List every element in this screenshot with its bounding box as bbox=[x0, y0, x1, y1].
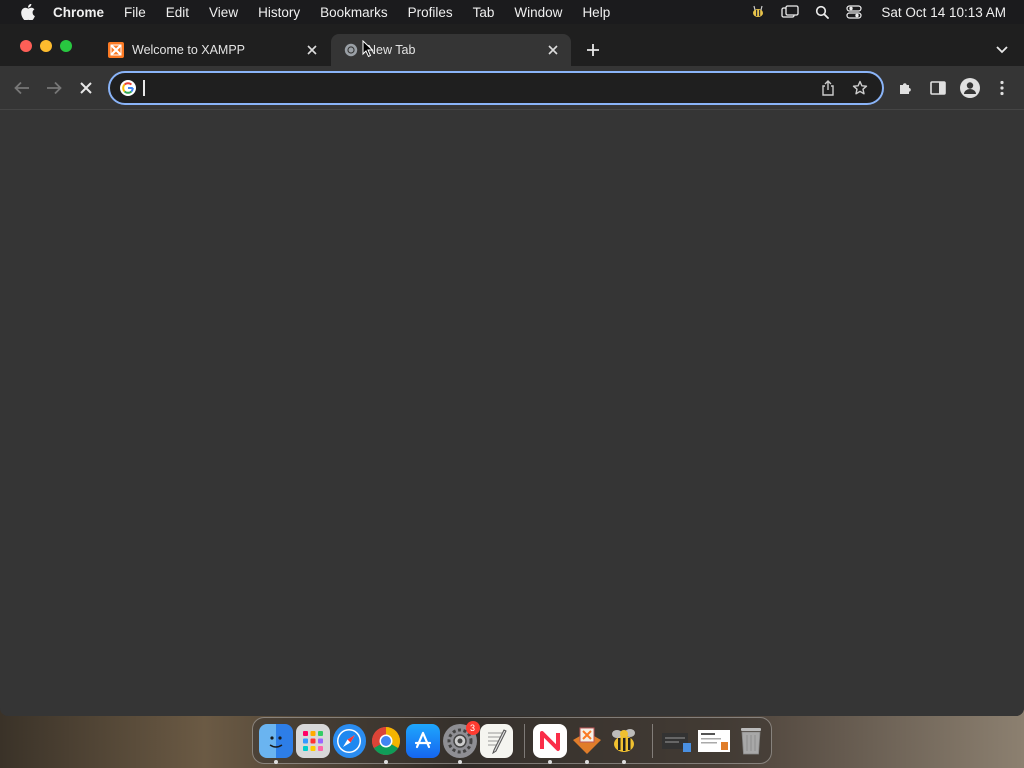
page-content-area[interactable] bbox=[0, 111, 1024, 716]
xampp-icon bbox=[108, 42, 124, 58]
browser-toolbar bbox=[0, 66, 1024, 110]
recent-document-thumbnail[interactable] bbox=[661, 724, 695, 758]
menu-help[interactable]: Help bbox=[582, 5, 610, 20]
minimize-window-button[interactable] bbox=[40, 40, 52, 52]
menu-view[interactable]: View bbox=[209, 5, 238, 20]
trash-icon[interactable] bbox=[734, 724, 768, 758]
app-store-icon[interactable] bbox=[406, 723, 440, 758]
menu-tab[interactable]: Tab bbox=[473, 5, 495, 20]
running-indicator bbox=[457, 759, 462, 764]
zoom-window-button[interactable] bbox=[60, 40, 72, 52]
tab-title: Welcome to XAMPP bbox=[132, 43, 246, 57]
back-arrow-icon[interactable] bbox=[10, 76, 34, 100]
omnibox[interactable] bbox=[108, 71, 884, 105]
menu-app-name[interactable]: Chrome bbox=[53, 5, 104, 20]
running-indicator bbox=[548, 759, 553, 764]
more-menu-icon[interactable] bbox=[990, 76, 1014, 100]
tab-title: New Tab bbox=[367, 43, 416, 57]
close-window-button[interactable] bbox=[20, 40, 32, 52]
finder-icon[interactable] bbox=[259, 723, 293, 764]
textedit-icon[interactable] bbox=[479, 723, 514, 758]
running-indicator bbox=[384, 759, 389, 764]
dock-separator bbox=[651, 723, 653, 758]
close-icon[interactable] bbox=[304, 42, 320, 58]
google-icon bbox=[119, 79, 137, 97]
spotlight-search-icon[interactable] bbox=[813, 4, 831, 20]
xampp-dock-icon[interactable] bbox=[570, 724, 604, 764]
menu-window[interactable]: Window bbox=[514, 5, 562, 20]
new-tab-button[interactable] bbox=[583, 40, 603, 60]
control-center-icon[interactable] bbox=[845, 4, 863, 20]
news-icon[interactable] bbox=[533, 723, 567, 764]
forward-arrow-icon[interactable] bbox=[42, 76, 66, 100]
cyberduck-icon[interactable] bbox=[607, 724, 641, 764]
chrome-dock-icon[interactable] bbox=[369, 724, 403, 764]
menu-profiles[interactable]: Profiles bbox=[408, 5, 453, 20]
running-indicator bbox=[621, 759, 626, 764]
mouse-cursor-icon bbox=[362, 39, 374, 58]
extensions-puzzle-icon[interactable] bbox=[894, 76, 918, 100]
launchpad-icon[interactable] bbox=[295, 723, 330, 758]
tab-welcome-to-xampp[interactable]: Welcome to XAMPP bbox=[96, 34, 330, 66]
macos-dock: 3 bbox=[252, 717, 772, 764]
notification-badge: 3 bbox=[465, 720, 480, 735]
running-indicator bbox=[274, 759, 278, 764]
chrome-icon bbox=[343, 42, 359, 58]
close-icon[interactable] bbox=[545, 42, 561, 58]
apple-menu-icon[interactable] bbox=[17, 1, 39, 23]
menu-bookmarks[interactable]: Bookmarks bbox=[320, 5, 388, 20]
macos-menubar: Chrome File Edit View History Bookmarks … bbox=[0, 0, 1024, 24]
system-settings-icon[interactable]: 3 bbox=[442, 720, 480, 764]
running-indicator bbox=[585, 759, 589, 764]
address-bar-input[interactable] bbox=[144, 78, 818, 98]
menu-edit[interactable]: Edit bbox=[166, 5, 189, 20]
menu-file[interactable]: File bbox=[124, 5, 146, 20]
side-panel-icon[interactable] bbox=[926, 76, 950, 100]
screen-mirroring-icon[interactable] bbox=[781, 4, 800, 20]
chevron-down-icon[interactable] bbox=[994, 42, 1010, 58]
dock-separator bbox=[524, 723, 526, 758]
menu-history[interactable]: History bbox=[258, 5, 300, 20]
safari-icon[interactable] bbox=[332, 723, 367, 758]
chrome-window: Welcome to XAMPP New Tab bbox=[0, 24, 1024, 716]
downloads-stack-icon[interactable] bbox=[697, 724, 731, 758]
tab-strip: Welcome to XAMPP New Tab bbox=[0, 24, 1024, 66]
bee-status-icon[interactable] bbox=[749, 4, 767, 20]
menubar-clock[interactable]: Sat Oct 14 10:13 AM bbox=[881, 5, 1006, 20]
profile-avatar-icon[interactable] bbox=[958, 76, 982, 100]
share-icon[interactable] bbox=[818, 78, 838, 98]
text-caret bbox=[143, 80, 145, 96]
bookmark-star-icon[interactable] bbox=[850, 78, 870, 98]
stop-loading-icon[interactable] bbox=[74, 76, 98, 100]
